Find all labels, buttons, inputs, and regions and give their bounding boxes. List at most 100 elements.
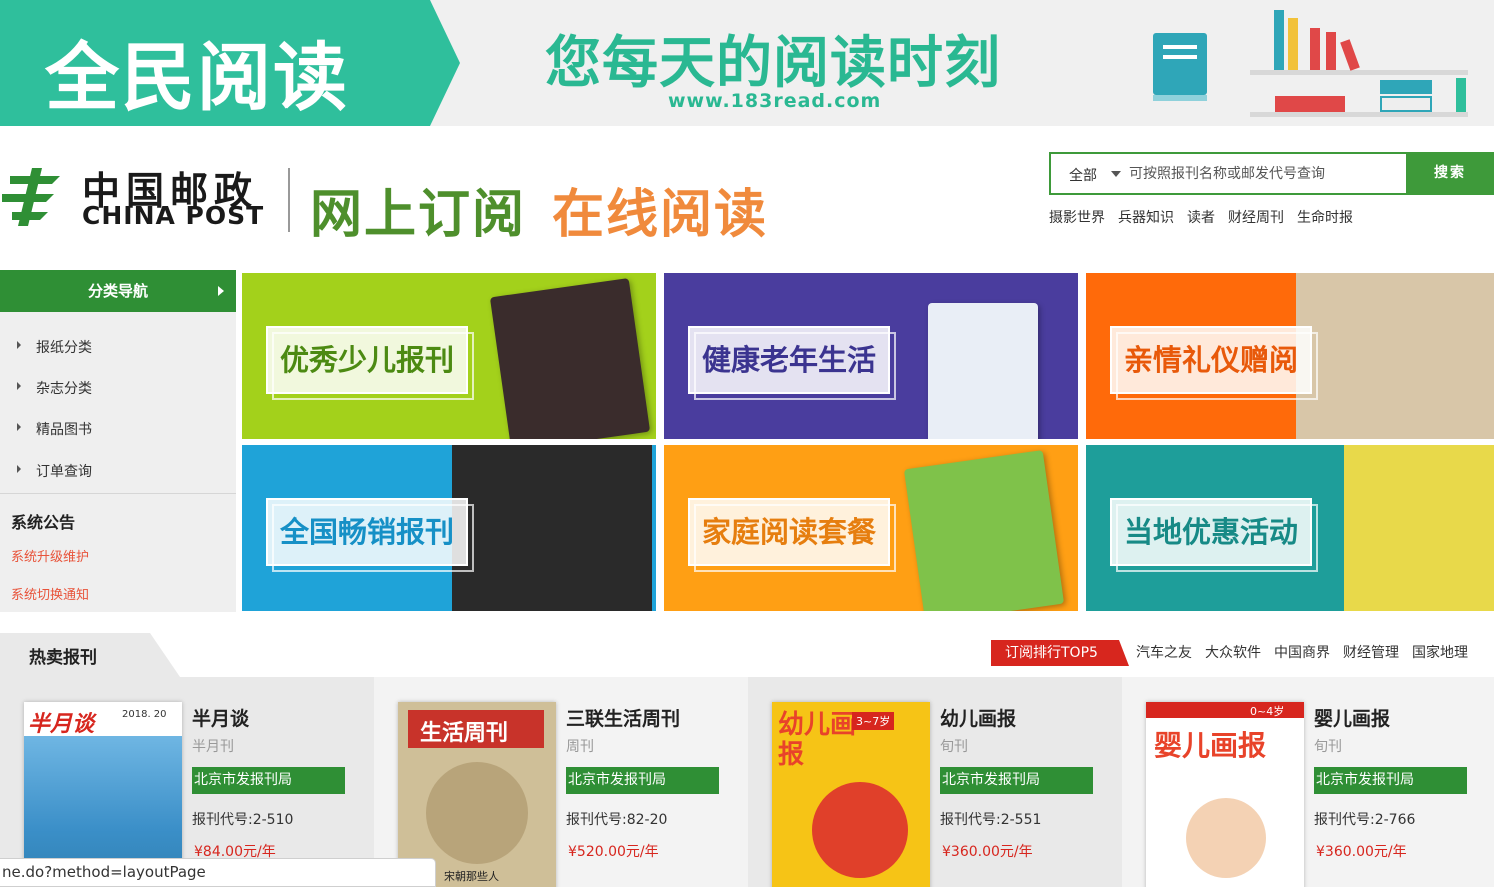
category-nav: 报纸分类 杂志分类 精品图书 订单查询 系统公告 系统升级维护 系统切换通知 [0,312,236,612]
ranking-link[interactable]: 汽车之友 [1136,642,1192,662]
chevron-right-icon [218,286,224,296]
bookshelf-icon [1250,112,1468,117]
product-frequency: 周刊 [566,739,594,755]
category-tile-senior[interactable]: 健康老年生活 [664,273,1078,439]
hot-sell-bar: 热卖报刊 订阅排行TOP5 汽车之友 大众软件 中国商界 财经管理 国家地理 [0,633,1494,677]
book-spine-icon [1380,80,1432,94]
hot-keyword-link[interactable]: 兵器知识 [1118,207,1174,227]
book-spine-icon [1326,32,1336,70]
book-spine-icon [1340,39,1360,71]
product-frequency: 半月刊 [192,739,234,755]
category-tile-bestseller[interactable]: 全国畅销报刊 [242,445,656,611]
triangle-right-icon [17,465,21,473]
category-tile-label: 全国畅销报刊 [266,498,475,572]
category-tile-family[interactable]: 家庭阅读套餐 [664,445,1078,611]
category-tile-label: 优秀少儿报刊 [266,326,475,400]
product-code: 报刊代号:2-766 [1314,812,1416,828]
page: 全民阅读 您每天的阅读时刻 www.183read.com 中国邮政 CHINA… [0,0,1494,887]
hot-sell-title: 热卖报刊 [29,648,97,668]
china-post-logo-icon[interactable] [2,166,68,228]
cover-title: 幼儿画报 [778,710,857,770]
search-input[interactable] [1129,160,1405,188]
book-spine-icon [1456,78,1466,112]
product-name[interactable]: 婴儿画报 [1314,704,1390,731]
product-price: ¥520.00元/年 [568,844,659,860]
book-icon [1153,33,1207,101]
triangle-right-icon [17,423,21,431]
notice-link[interactable]: 系统切换通知 [11,584,89,603]
magazine-collage-image [1344,445,1494,611]
product-price: ¥360.00元/年 [1316,844,1407,860]
magazine-collage-image [1296,273,1494,439]
category-tile-gift[interactable]: 亲情礼仪赠阅 [1086,273,1494,439]
sidebar-item-books[interactable]: 精品图书 [0,414,236,454]
top5-ranking-button[interactable]: 订阅排行TOP5 [991,640,1129,666]
triangle-right-icon [17,341,21,349]
category-tile-local[interactable]: 当地优惠活动 [1086,445,1494,611]
search-button[interactable]: 搜索 [1406,152,1494,195]
search-scope-select[interactable]: 全部 [1069,165,1097,185]
product-publisher: 北京市发报刊局 [566,767,719,794]
divider [0,493,236,494]
banner-arrow-shape [430,0,460,126]
chevron-down-icon[interactable] [1111,171,1121,177]
product-name[interactable]: 三联生活周刊 [566,704,680,731]
sidebar-item-magazines[interactable]: 杂志分类 [0,373,236,413]
sidebar-item-label: 报纸分类 [36,340,92,356]
magazine-cover-image [928,303,1038,439]
category-tile-label: 健康老年生活 [688,326,897,400]
tab-arrow-shape [150,633,180,677]
category-tile-kids[interactable]: 优秀少儿报刊 [242,273,656,439]
ranking-links: 汽车之友 大众软件 中国商界 财经管理 国家地理 [1136,642,1468,662]
sidebar-item-label: 精品图书 [36,422,92,438]
magazine-collage-image [452,445,652,611]
product-price: ¥360.00元/年 [942,844,1033,860]
product-card[interactable]: 半月谈 2018. 20 半月谈 半月刊 北京市发报刊局 报刊代号:2-510 … [0,677,374,887]
product-card[interactable]: 0~4岁 婴儿画报 婴儿画报 旬刊 北京市发报刊局 报刊代号:2-766 ¥36… [1122,677,1494,887]
product-code: 报刊代号:82-20 [566,812,668,828]
ranking-link[interactable]: 大众软件 [1205,642,1261,662]
hot-keyword-link[interactable]: 摄影世界 [1049,207,1105,227]
product-cover-image[interactable]: 幼儿画报 3~7岁 [772,702,930,887]
bookshelf-icon [1250,70,1468,75]
hot-keyword-link[interactable]: 读者 [1187,207,1215,227]
product-cover-image[interactable]: 0~4岁 婴儿画报 [1146,702,1304,887]
category-nav-header[interactable]: 分类导航 [0,270,236,312]
sidebar-item-label: 订单查询 [36,464,92,480]
category-tile-label: 家庭阅读套餐 [688,498,897,572]
top-banner[interactable]: 全民阅读 您每天的阅读时刻 www.183read.com [0,0,1494,126]
cover-age: 3~7岁 [852,712,895,730]
sidebar-item-orders[interactable]: 订单查询 [0,456,236,496]
product-publisher: 北京市发报刊局 [1314,767,1467,794]
product-name[interactable]: 幼儿画报 [940,704,1016,731]
header-slogan-subscribe: 网上订阅 [310,185,527,245]
product-name[interactable]: 半月谈 [192,704,249,731]
banner-url: www.183read.com [668,90,882,112]
book-spine-icon [1275,96,1345,112]
hot-keywords: 摄影世界 兵器知识 读者 财经周刊 生命时报 [1049,207,1353,227]
cover-title: 婴儿画报 [1154,729,1267,762]
category-nav-title: 分类导航 [87,282,148,300]
sidebar-item-newspapers[interactable]: 报纸分类 [0,332,236,372]
header-slogan-read: 在线阅读 [552,185,769,245]
ranking-link[interactable]: 国家地理 [1412,642,1468,662]
book-spine-icon [1274,10,1284,70]
product-card[interactable]: 幼儿画报 3~7岁 幼儿画报 旬刊 北京市发报刊局 报刊代号:2-551 ¥36… [748,677,1122,887]
product-code: 报刊代号:2-510 [192,812,294,828]
cover-title: 生活周刊 [420,721,509,746]
notice-link[interactable]: 系统升级维护 [11,546,89,565]
ranking-link[interactable]: 财经管理 [1343,642,1399,662]
product-card[interactable]: 生活周刊 宋朝那些人 三联生活周刊 周刊 北京市发报刊局 报刊代号:82-20 … [374,677,748,887]
status-bar-url: ne.do?method=layoutPage [0,858,436,887]
hot-keyword-link[interactable]: 财经周刊 [1228,207,1284,227]
hot-keyword-link[interactable]: 生命时报 [1297,207,1353,227]
product-code: 报刊代号:2-551 [940,812,1042,828]
ranking-link[interactable]: 中国商界 [1274,642,1330,662]
search-box: 全部 搜索 [1049,152,1494,195]
cover-subtitle: 宋朝那些人 [444,870,499,883]
cover-illustration [1186,798,1266,878]
product-publisher: 北京市发报刊局 [940,767,1093,794]
banner-title: 全民阅读 [45,35,349,121]
cover-illustration [812,782,908,878]
banner-slogan: 您每天的阅读时刻 [545,31,1001,96]
